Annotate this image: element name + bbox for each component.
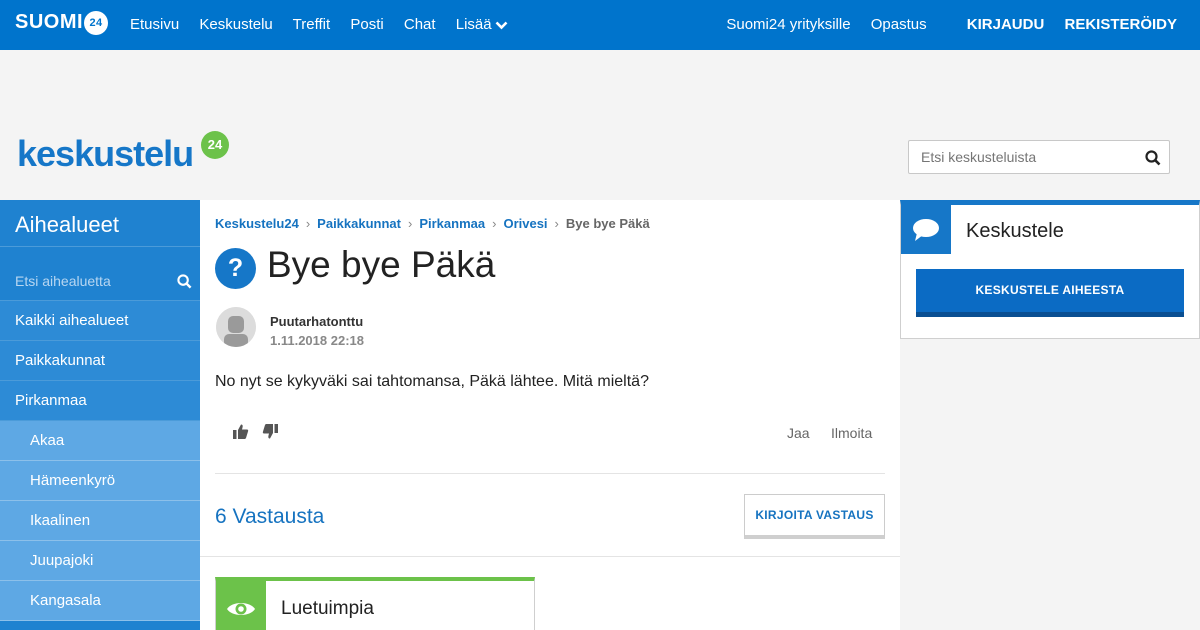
- sidebar-search: [0, 247, 200, 301]
- thread-content: Keskustelu24 › Paikkakunnat › Pirkanmaa › Oriv…: [200, 200, 900, 630]
- keskustelu-logo[interactable]: keskustelu 24: [17, 131, 229, 175]
- login-link[interactable]: KIRJAUDU: [967, 16, 1045, 33]
- chevron-right-icon: ›: [492, 216, 497, 231]
- divider: [215, 473, 885, 474]
- breadcrumb-keskustelu24[interactable]: Keskustelu24: [215, 216, 299, 231]
- most-read-icon-box: [216, 581, 266, 630]
- thread-title: Bye bye Päkä: [267, 244, 496, 285]
- nav-link-guide[interactable]: Opastus: [871, 16, 927, 33]
- share-link[interactable]: Jaa: [787, 425, 810, 441]
- suomi24-logo[interactable]: SUOMI 24: [15, 11, 109, 35]
- nav-link-more[interactable]: Lisää: [456, 16, 508, 33]
- nav-link-etusivu[interactable]: Etusivu: [130, 16, 179, 33]
- breadcrumb-paikkakunnat[interactable]: Paikkakunnat: [317, 216, 401, 231]
- nav-link-treffit[interactable]: Treffit: [293, 16, 331, 33]
- report-link[interactable]: Ilmoita: [831, 425, 872, 441]
- search-icon[interactable]: [177, 274, 192, 289]
- nav-more-label: Lisää: [455, 16, 492, 33]
- brand-badge: 24: [84, 11, 109, 35]
- logo-badge: 24: [201, 131, 229, 159]
- most-read-title: Luetuimpia: [281, 598, 374, 619]
- account-nav: Suomi24 yrityksille Opastus KIRJAUDU REK…: [726, 16, 1177, 33]
- breadcrumb: Keskustelu24 › Paikkakunnat › Pirkanmaa › Oriv…: [215, 216, 650, 231]
- discuss-widget: Keskustele KESKUSTELE AIHEESTA: [900, 200, 1200, 339]
- chevron-right-icon: ›: [554, 216, 559, 231]
- sidebar-subitem-ikaalinen[interactable]: Ikaalinen: [0, 501, 200, 541]
- discuss-icon-box: [901, 205, 951, 254]
- topic-sidebar: Aihealueet Kaikki aihealueet Paikkakunna…: [0, 200, 200, 630]
- nav-link-keskustelu[interactable]: Keskustelu: [199, 16, 272, 33]
- nav-link-chat[interactable]: Chat: [404, 16, 436, 33]
- discuss-widget-title: Keskustele: [966, 220, 1064, 242]
- chevron-right-icon: ›: [408, 216, 413, 231]
- sidebar-subitem-juupajoki[interactable]: Juupajoki: [0, 541, 200, 581]
- nav-link-posti[interactable]: Posti: [350, 16, 383, 33]
- discuss-topic-button[interactable]: KESKUSTELE AIHEESTA: [916, 269, 1184, 317]
- eye-icon: [227, 603, 255, 615]
- logo-text: keskustelu: [17, 133, 194, 174]
- speech-bubble-icon: [913, 219, 939, 241]
- thumbs-up-icon[interactable]: [232, 423, 249, 445]
- sidebar-subitem-akaa[interactable]: Akaa: [0, 421, 200, 461]
- sidebar-item-pirkanmaa[interactable]: Pirkanmaa: [0, 381, 200, 421]
- most-read-widget: Luetuimpia: [215, 577, 535, 630]
- thumbs-down-icon[interactable]: [262, 423, 279, 445]
- search-icon[interactable]: [1145, 150, 1161, 166]
- sidebar-item-all-topics[interactable]: Kaikki aihealueet: [0, 301, 200, 341]
- write-reply-button[interactable]: KIRJOITA VASTAUS: [744, 494, 885, 539]
- discussion-search: [908, 140, 1170, 174]
- sidebar-subitem-kangasala[interactable]: Kangasala: [0, 581, 200, 621]
- chevron-right-icon: ›: [305, 216, 311, 231]
- chevron-down-icon: [495, 21, 508, 29]
- discussion-search-input[interactable]: [909, 141, 1134, 173]
- breadcrumb-current: Bye bye Päkä: [565, 216, 650, 231]
- avatar[interactable]: [216, 307, 256, 347]
- author-name[interactable]: Puutarhatonttu: [270, 314, 363, 329]
- register-link[interactable]: REKISTERÖIDY: [1064, 16, 1177, 33]
- breadcrumb-orivesi[interactable]: Orivesi: [503, 216, 547, 231]
- top-navigation-bar: SUOMI 24 Etusivu Keskustelu Treffit Posti…: [0, 0, 1200, 50]
- sidebar-subitem-hameenkyro[interactable]: Hämeenkyrö: [0, 461, 200, 501]
- user-silhouette-icon: [216, 307, 256, 347]
- sidebar-item-localities[interactable]: Paikkakunnat: [0, 341, 200, 381]
- nav-link-business[interactable]: Suomi24 yrityksille: [726, 16, 850, 33]
- post-body: No nyt se kykyväki sai tahtomansa, Päkä …: [215, 373, 649, 390]
- replies-count: 6 Vastausta: [215, 505, 325, 528]
- sidebar-title: Aihealueet: [0, 200, 200, 247]
- divider: [200, 556, 900, 557]
- vote-buttons: [232, 423, 288, 445]
- brand-name: SUOMI: [15, 11, 84, 33]
- post-date: 1.11.2018 22:18: [270, 333, 364, 348]
- question-icon: ?: [215, 248, 256, 289]
- breadcrumb-pirkanmaa[interactable]: Pirkanmaa: [419, 216, 485, 231]
- main-nav-links: Etusivu Keskustelu Treffit Posti Chat Li…: [130, 16, 524, 33]
- topic-search-input[interactable]: [15, 273, 165, 289]
